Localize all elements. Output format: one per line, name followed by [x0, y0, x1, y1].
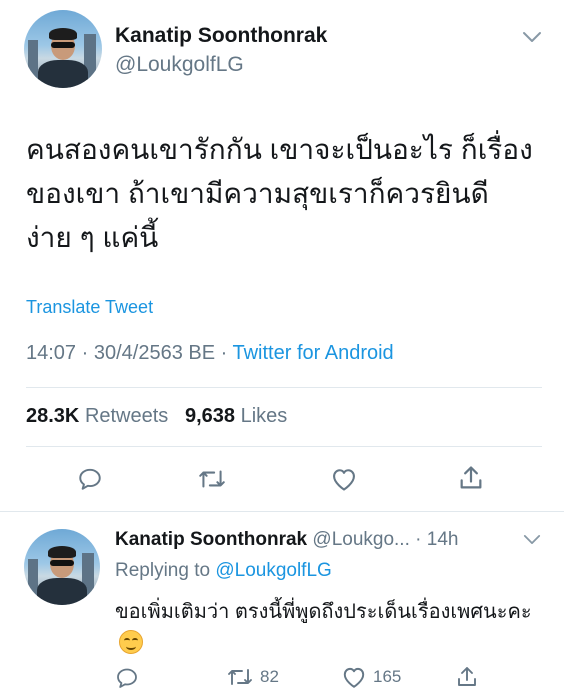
- reply-text-content: ขอเพิ่มเติมว่า ตรงนี้พี่พูดถึงประเด็นเรื…: [115, 601, 532, 623]
- tweet-meta: 14:07 · 30/4/2563 BE · Twitter for Andro…: [26, 342, 394, 365]
- divider: [26, 446, 542, 447]
- retweet-button[interactable]: 82: [226, 665, 279, 689]
- meta-separator: ·: [415, 529, 422, 550]
- reply-author-handle[interactable]: @Loukgo...: [312, 529, 409, 550]
- likes-count: 9,638: [184, 405, 236, 427]
- retweets-stat[interactable]: 28.3K Retweets: [26, 405, 168, 427]
- tweet-time: 14:07: [26, 342, 77, 364]
- share-icon: [458, 667, 476, 686]
- share-button[interactable]: [455, 664, 479, 690]
- replying-to-link[interactable]: @LoukgolfLG: [215, 560, 331, 581]
- likes-label: Likes: [240, 405, 288, 427]
- avatar[interactable]: [24, 529, 100, 605]
- chevron-down-icon[interactable]: [522, 30, 542, 49]
- reply-header: Kanatip Soonthonrak @Loukgo... · 14h: [115, 529, 458, 551]
- retweet-button[interactable]: [197, 466, 227, 492]
- reply-icon: [117, 668, 137, 688]
- author-handle[interactable]: @LoukgolfLG: [115, 53, 244, 77]
- retweet-icon: [199, 470, 225, 488]
- tweet-text: คนสองคนเขารักกัน เขาจะเป็นอะไร ก็เรื่องข…: [26, 134, 533, 253]
- translate-tweet-link[interactable]: Translate Tweet: [26, 297, 153, 318]
- divider: [26, 387, 542, 388]
- tweet-date[interactable]: 30/4/2563 BE: [94, 342, 215, 364]
- meta-separator: ·: [81, 342, 94, 364]
- avatar[interactable]: [24, 10, 102, 88]
- like-button[interactable]: 165: [341, 665, 401, 689]
- reply-button[interactable]: [77, 466, 103, 492]
- chevron-down-icon[interactable]: [523, 533, 541, 551]
- replying-to: Replying to @LoukgolfLG: [115, 560, 332, 582]
- tweet-source-link[interactable]: Twitter for Android: [232, 342, 393, 364]
- reply-button[interactable]: [115, 666, 139, 690]
- retweet-icon: [228, 669, 252, 685]
- retweets-count: 28.3K: [26, 405, 80, 427]
- like-button[interactable]: [330, 466, 358, 492]
- like-icon: [333, 469, 355, 491]
- like-icon: [343, 667, 365, 688]
- reply-like-count: 165: [373, 667, 402, 686]
- likes-stat[interactable]: 9,638 Likes: [185, 405, 287, 427]
- smiling-face-emoji: [119, 630, 143, 654]
- reply-retweet-count: 82: [260, 667, 279, 686]
- reply-author-name[interactable]: Kanatip Soonthonrak: [115, 529, 307, 550]
- tweet-separator: [0, 511, 564, 512]
- reply-icon: [79, 468, 101, 490]
- retweets-label: Retweets: [84, 405, 169, 427]
- reply-age[interactable]: 14h: [427, 529, 459, 550]
- tweet-stats: 28.3K Retweets 9,638 Likes: [26, 405, 287, 428]
- share-icon: [460, 466, 482, 489]
- reply-text: ขอเพิ่มเติมว่า ตรงนี้พี่พูดถึงประเด็นเรื…: [115, 596, 540, 660]
- share-button[interactable]: [457, 464, 485, 492]
- meta-separator: ·: [220, 342, 233, 364]
- replying-prefix: Replying to: [115, 560, 211, 581]
- author-name[interactable]: Kanatip Soonthonrak: [115, 24, 327, 48]
